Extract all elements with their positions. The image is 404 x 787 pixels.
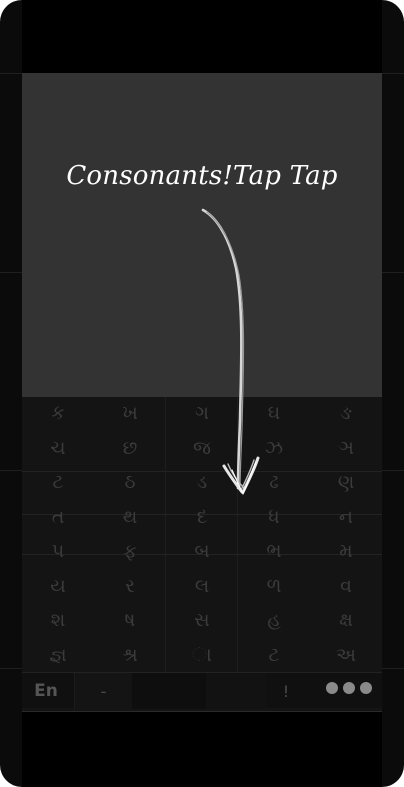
key[interactable]: દ xyxy=(166,500,238,535)
side-divider xyxy=(382,73,404,74)
key[interactable]: ઝ xyxy=(238,431,310,466)
phone-screen: ક ખ ગ ઘ ઙ ચ છ જ ઝ ઞ ટ ઠ ડ ઢ ણ ત થ દ ધ ન … xyxy=(0,0,404,787)
key[interactable]: ઢ xyxy=(238,465,310,500)
top-bar xyxy=(22,0,382,73)
key[interactable]: લ xyxy=(166,569,238,604)
dot xyxy=(343,682,355,694)
key[interactable]: ણ xyxy=(310,465,382,500)
side-divider xyxy=(382,668,404,669)
key-grid: ક ખ ગ ઘ ઙ ચ છ જ ઝ ઞ ટ ઠ ડ ઢ ણ ત થ દ ધ ન … xyxy=(22,396,382,672)
more-options-icon[interactable] xyxy=(326,682,372,694)
key[interactable]: છ xyxy=(94,431,166,466)
key[interactable]: શ xyxy=(22,603,94,638)
key[interactable]: જ્ઞ xyxy=(22,638,94,673)
key[interactable]: ઠ xyxy=(94,465,166,500)
key[interactable]: ટ xyxy=(22,465,94,500)
exclamation-key[interactable]: ! xyxy=(266,673,306,709)
side-divider xyxy=(0,73,22,74)
key[interactable]: ફ xyxy=(94,534,166,569)
tutorial-overlay[interactable]: Consonants!Tap Tap xyxy=(22,73,382,397)
key[interactable]: વ xyxy=(310,569,382,604)
key[interactable]: ક xyxy=(22,396,94,431)
dash-key[interactable]: - xyxy=(74,673,132,709)
key[interactable]: ગ xyxy=(166,396,238,431)
key[interactable]: જ xyxy=(166,431,238,466)
side-divider xyxy=(0,470,22,471)
key[interactable]: ત xyxy=(22,500,94,535)
key[interactable]: ષ xyxy=(94,603,166,638)
key[interactable]: શ્ર xyxy=(94,638,166,673)
key[interactable]: અ xyxy=(310,638,382,673)
key[interactable]: બ xyxy=(166,534,238,569)
key[interactable]: થ xyxy=(94,500,166,535)
key[interactable]: ખ xyxy=(94,396,166,431)
key[interactable]: ધ xyxy=(238,500,310,535)
key[interactable]: ક્ષ xyxy=(310,603,382,638)
tutorial-title: Consonants!Tap Tap xyxy=(66,161,338,191)
key[interactable]: ઘ xyxy=(238,396,310,431)
key[interactable]: ઙ xyxy=(310,396,382,431)
gujarati-keyboard: ક ખ ગ ઘ ઙ ચ છ જ ઝ ઞ ટ ઠ ડ ઢ ણ ત થ દ ધ ન … xyxy=(22,396,382,712)
side-divider xyxy=(382,470,404,471)
function-row: En - ! xyxy=(22,672,382,709)
side-divider xyxy=(0,272,22,273)
key[interactable]: પ xyxy=(22,534,94,569)
dot xyxy=(360,682,372,694)
key[interactable]: ચ xyxy=(22,431,94,466)
side-divider xyxy=(382,272,404,273)
key[interactable]: સ xyxy=(166,603,238,638)
key[interactable]: ઞ xyxy=(310,431,382,466)
space-key[interactable] xyxy=(132,673,206,709)
key[interactable]: મ xyxy=(310,534,382,569)
side-divider xyxy=(0,668,22,669)
space-key-right[interactable] xyxy=(206,673,266,709)
language-switch-key[interactable]: En xyxy=(22,673,70,709)
key[interactable]: હ xyxy=(238,603,310,638)
dot xyxy=(326,682,338,694)
key[interactable]: ભ xyxy=(238,534,310,569)
key[interactable]: ા xyxy=(166,638,238,673)
key[interactable]: ડ xyxy=(166,465,238,500)
key[interactable]: ટ xyxy=(238,638,310,673)
key[interactable]: ર xyxy=(94,569,166,604)
key[interactable]: ળ xyxy=(238,569,310,604)
bottom-bar xyxy=(22,712,382,787)
key[interactable]: ન xyxy=(310,500,382,535)
key[interactable]: ય xyxy=(22,569,94,604)
